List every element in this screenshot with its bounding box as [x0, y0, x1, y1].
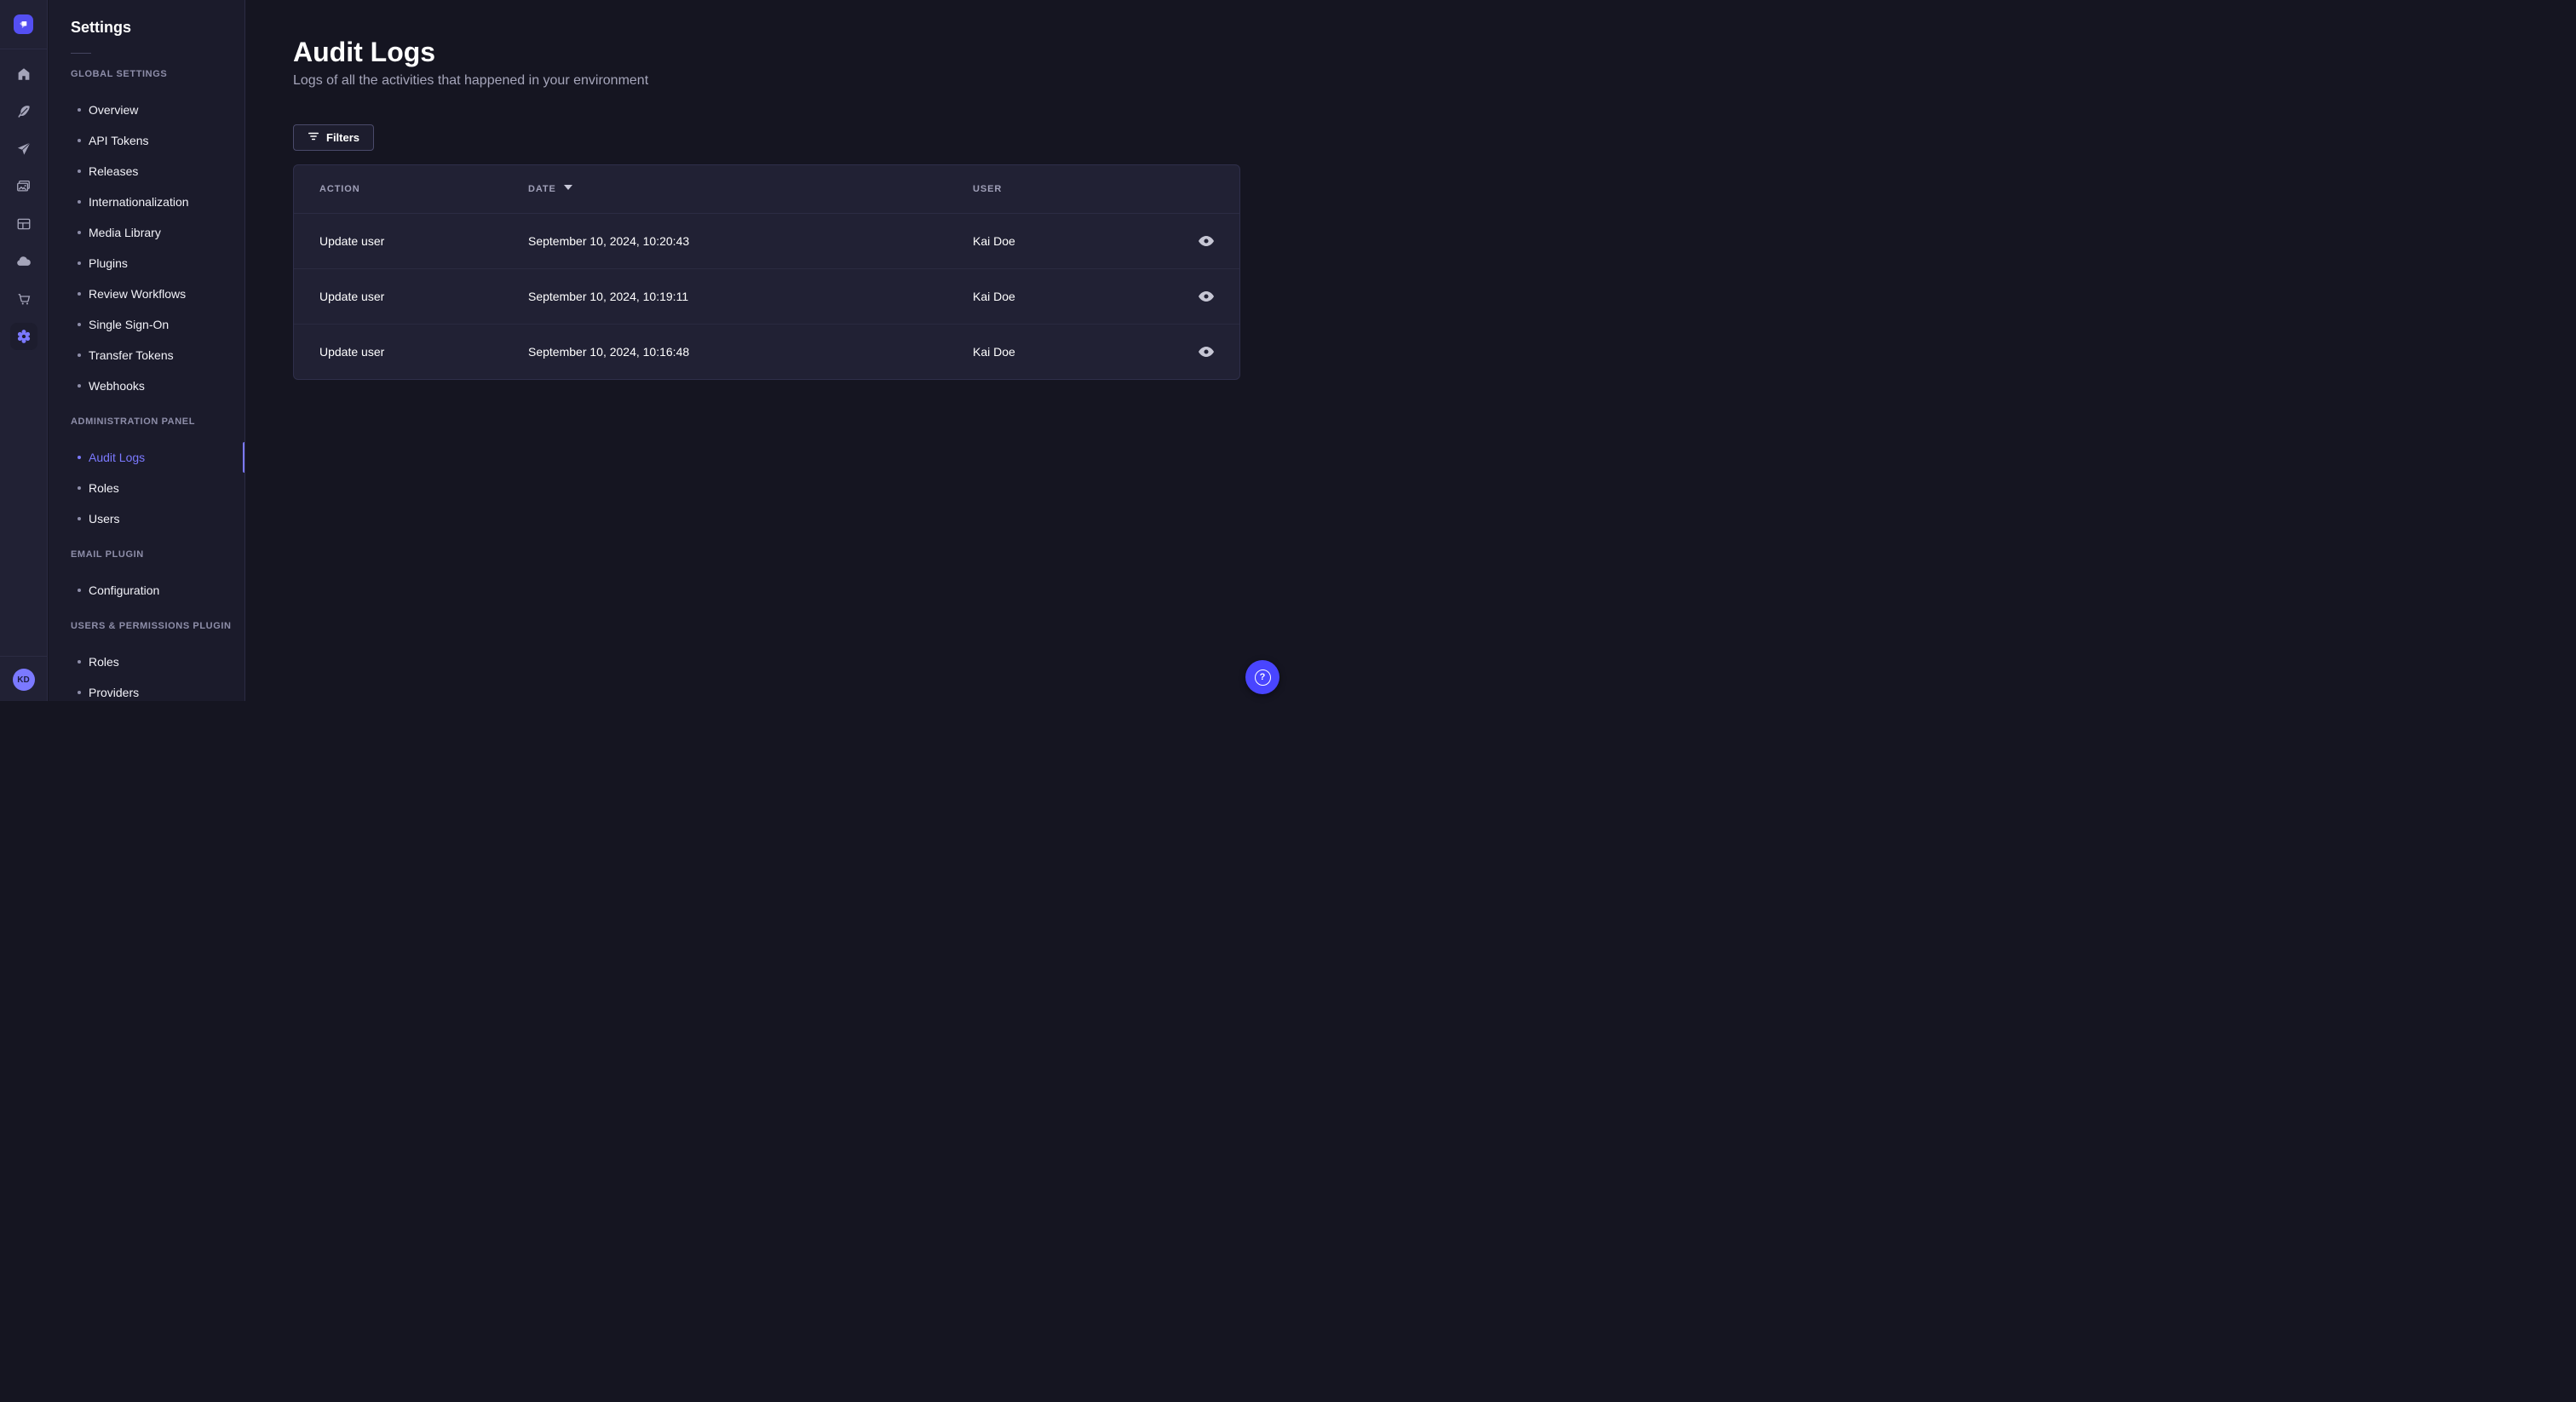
- table-row: Update user September 10, 2024, 10:19:11…: [294, 267, 1239, 324]
- section-administration-panel: ADMINISTRATION PANEL Audit Logs Roles Us…: [49, 415, 244, 534]
- section-label: GLOBAL SETTINGS: [71, 69, 168, 79]
- sidebar-item-releases[interactable]: Releases: [49, 156, 244, 187]
- layout-builder-icon[interactable]: [5, 205, 43, 243]
- column-header-user: USER: [947, 165, 1163, 214]
- sidebar-item-up-providers[interactable]: Providers: [49, 677, 244, 701]
- cell-action: Update user: [294, 267, 503, 324]
- cell-user: Kai Doe: [947, 267, 1163, 324]
- sidebar-item-admin-roles[interactable]: Roles: [49, 473, 244, 503]
- media-library-icon[interactable]: [5, 168, 43, 205]
- subnav-title: Settings: [71, 19, 132, 36]
- section-users-permissions-plugin: USERS & PERMISSIONS PLUGIN Roles Provide…: [49, 619, 244, 701]
- audit-logs-table-card: ACTION DATE USER Update user September 1…: [293, 164, 1240, 380]
- user-avatar[interactable]: KD: [12, 669, 35, 691]
- sidebar-item-overview[interactable]: Overview: [49, 95, 244, 125]
- audit-logs-table: ACTION DATE USER Update user September 1…: [294, 165, 1239, 379]
- sidebar-item-audit-logs[interactable]: Audit Logs: [49, 442, 244, 473]
- logo-box: [0, 0, 47, 49]
- feather-content-icon[interactable]: [5, 93, 43, 130]
- sidebar-item-transfer-tokens[interactable]: Transfer Tokens: [49, 340, 244, 371]
- sidebar-item-internationalization[interactable]: Internationalization: [49, 187, 244, 217]
- page-title: Audit Logs: [293, 37, 436, 67]
- main-nav: KD: [0, 0, 48, 701]
- sort-desc-icon: [563, 184, 572, 190]
- cloud-icon[interactable]: [5, 243, 43, 280]
- home-icon[interactable]: [5, 55, 43, 93]
- sidebar-item-email-configuration[interactable]: Configuration: [49, 575, 244, 606]
- view-details-eye-icon[interactable]: [1195, 343, 1217, 360]
- section-label: EMAIL PLUGIN: [71, 549, 144, 560]
- cell-user: Kai Doe: [973, 233, 1015, 248]
- strapi-logo-icon[interactable]: [14, 14, 33, 34]
- column-header-actions: [1163, 165, 1239, 214]
- sidebar-item-review-workflows[interactable]: Review Workflows: [49, 279, 244, 309]
- section-email-plugin: EMAIL PLUGIN Configuration: [49, 548, 244, 606]
- main-content: Audit Logs Logs of all the activities th…: [245, 0, 1288, 701]
- filter-icon: [308, 130, 319, 145]
- cell-date: September 10, 2024, 10:20:43: [528, 233, 690, 248]
- section-label: USERS & PERMISSIONS PLUGIN: [71, 621, 232, 631]
- cell-action: Update user: [294, 323, 503, 379]
- help-button[interactable]: ?: [1245, 660, 1279, 694]
- sidebar-item-api-tokens[interactable]: API Tokens: [49, 125, 244, 156]
- sidebar-item-admin-users[interactable]: Users: [49, 503, 244, 534]
- cell-date: September 10, 2024, 10:16:48: [503, 323, 947, 379]
- cart-icon[interactable]: [5, 280, 43, 318]
- filters-button[interactable]: Filters: [293, 124, 375, 151]
- sidebar-item-up-roles[interactable]: Roles: [49, 646, 244, 677]
- title-divider: [71, 53, 91, 54]
- table-row: Update user September 10, 2024, 10:16:48…: [294, 323, 1239, 379]
- sidebar-item-single-sign-on[interactable]: Single Sign-On: [49, 309, 244, 340]
- table-row: Update user September 10, 2024, 10:20:43…: [294, 213, 1239, 268]
- paper-plane-icon[interactable]: [5, 130, 43, 168]
- settings-gear-icon[interactable]: [9, 323, 37, 350]
- cell-date: September 10, 2024, 10:19:11: [503, 267, 947, 324]
- column-header-action: ACTION: [294, 165, 503, 214]
- nav-footer: KD: [0, 656, 47, 701]
- cell-action: Update user: [319, 233, 385, 248]
- cell-user: Kai Doe: [947, 323, 1163, 379]
- nav-icons: [5, 49, 43, 355]
- sidebar-item-media-library[interactable]: Media Library: [49, 217, 244, 248]
- column-header-date[interactable]: DATE: [503, 165, 947, 214]
- question-circle-icon: ?: [1254, 669, 1271, 686]
- section-label: ADMINISTRATION PANEL: [71, 417, 196, 427]
- section-global-settings: GLOBAL SETTINGS Overview API Tokens Rele…: [49, 67, 244, 401]
- sidebar-item-plugins[interactable]: Plugins: [49, 248, 244, 279]
- view-details-eye-icon[interactable]: [1195, 233, 1217, 250]
- settings-subnav: Settings GLOBAL SETTINGS Overview API To…: [49, 0, 245, 701]
- view-details-eye-icon[interactable]: [1195, 288, 1217, 305]
- sidebar-item-webhooks[interactable]: Webhooks: [49, 371, 244, 401]
- page-subtitle: Logs of all the activities that happened…: [293, 73, 649, 88]
